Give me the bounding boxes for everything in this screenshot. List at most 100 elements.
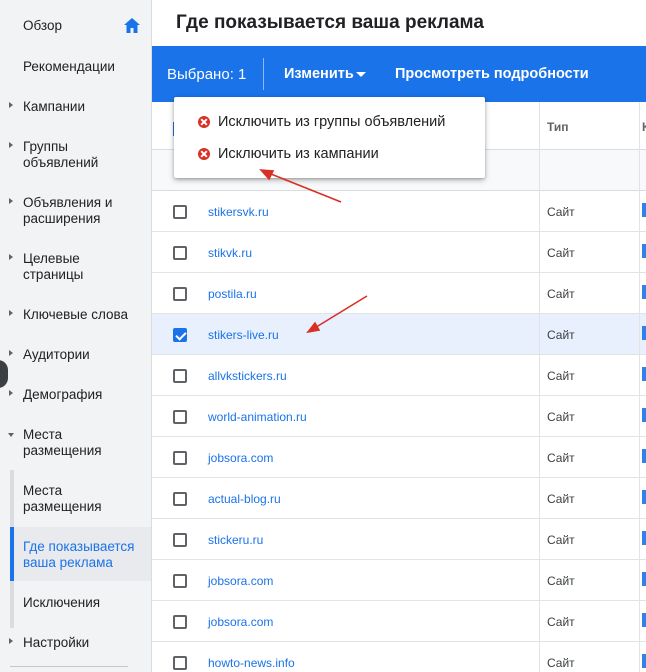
placement-link[interactable]: stikvk.ru bbox=[208, 246, 252, 260]
table-row[interactable]: stikersvk.ru Сайт bbox=[152, 191, 646, 232]
sidebar: Обзор Рекомендации Кампании Группы объяв… bbox=[0, 0, 152, 672]
placement-type: Сайт bbox=[547, 246, 575, 260]
table-row[interactable]: jobsora.com Сайт bbox=[152, 437, 646, 478]
placement-type: Сайт bbox=[547, 328, 575, 342]
table-row[interactable]: world-animation.ru Сайт bbox=[152, 396, 646, 437]
row-checkbox[interactable] bbox=[173, 205, 187, 219]
placement-type: Сайт bbox=[547, 574, 575, 588]
table-row[interactable]: jobsora.com Сайт bbox=[152, 601, 646, 642]
placement-type: Сайт bbox=[547, 410, 575, 424]
table-row[interactable]: stikvk.ru Сайт bbox=[152, 232, 646, 273]
sidebar-item-recommendations[interactable]: Рекомендации bbox=[0, 59, 151, 79]
row-checkbox[interactable] bbox=[173, 410, 187, 424]
truncated-cell[interactable] bbox=[642, 244, 646, 258]
remove-circle-icon bbox=[198, 116, 210, 128]
sidebar-item-settings[interactable]: Настройки bbox=[0, 635, 151, 655]
row-checkbox[interactable] bbox=[173, 492, 187, 506]
change-button[interactable]: Изменить bbox=[284, 66, 354, 82]
placement-link[interactable]: jobsora.com bbox=[208, 574, 273, 588]
placement-link[interactable]: stickeru.ru bbox=[208, 533, 263, 547]
truncated-cell[interactable] bbox=[642, 203, 646, 217]
sidebar-subitem-label: Места размещения bbox=[23, 483, 102, 514]
row-checkbox[interactable] bbox=[173, 451, 187, 465]
divider bbox=[263, 58, 264, 90]
sidebar-subitem-placements[interactable]: Места размещения bbox=[14, 470, 151, 526]
sidebar-item-label: Аудитории bbox=[23, 347, 90, 362]
truncated-cell[interactable] bbox=[642, 408, 646, 422]
sidebar-subitem-label: Исключения bbox=[23, 595, 101, 610]
table-row[interactable]: stikers-live.ru Сайт bbox=[152, 314, 646, 355]
table-row[interactable]: allvkstickers.ru Сайт bbox=[152, 355, 646, 396]
placement-type: Сайт bbox=[547, 533, 575, 547]
placement-link[interactable]: stikers-live.ru bbox=[208, 328, 279, 342]
row-checkbox[interactable] bbox=[173, 574, 187, 588]
chevron-right-icon bbox=[9, 350, 13, 356]
sidebar-item-landing-pages[interactable]: Целевые страницы bbox=[0, 251, 151, 285]
truncated-cell[interactable] bbox=[642, 285, 646, 299]
placement-link[interactable]: allvkstickers.ru bbox=[208, 369, 287, 383]
row-checkbox[interactable] bbox=[173, 656, 187, 670]
sidebar-subitem-exclusions[interactable]: Исключения bbox=[14, 584, 151, 620]
sidebar-item-label: Настройки bbox=[23, 635, 90, 650]
sidebar-item-ads-extensions[interactable]: Объявления и расширения bbox=[0, 195, 151, 229]
table-row[interactable]: actual-blog.ru Сайт bbox=[152, 478, 646, 519]
column-header-extra[interactable]: К bbox=[642, 120, 646, 134]
chevron-right-icon bbox=[9, 198, 13, 204]
sidebar-subitem-label: Где показывается ваша реклама bbox=[23, 539, 135, 570]
caret-down-icon[interactable] bbox=[356, 72, 366, 77]
row-checkbox[interactable] bbox=[173, 615, 187, 629]
row-checkbox[interactable] bbox=[173, 246, 187, 260]
truncated-cell[interactable] bbox=[642, 326, 646, 340]
sidebar-item-label: Целевые страницы bbox=[23, 251, 84, 282]
sidebar-item-audiences[interactable]: Аудитории bbox=[0, 347, 151, 367]
table-row[interactable]: howto-news.info Сайт bbox=[152, 642, 646, 672]
sidebar-item-label: Места размещения bbox=[23, 427, 102, 458]
chevron-right-icon bbox=[9, 102, 13, 108]
placement-link[interactable]: howto-news.info bbox=[208, 656, 295, 670]
sidebar-item-campaigns[interactable]: Кампании bbox=[0, 99, 151, 119]
sidebar-item-label: Ключевые слова bbox=[23, 307, 129, 322]
chevron-right-icon bbox=[9, 310, 13, 316]
truncated-cell[interactable] bbox=[642, 367, 646, 381]
row-checkbox[interactable] bbox=[173, 369, 187, 383]
chevron-down-icon bbox=[8, 433, 14, 437]
placement-link[interactable]: jobsora.com bbox=[208, 615, 273, 629]
sidebar-item-label: Обзор bbox=[23, 18, 62, 33]
active-indicator bbox=[10, 527, 14, 581]
table-row[interactable]: jobsora.com Сайт bbox=[152, 560, 646, 601]
menu-item-exclude-ad-group[interactable]: Исключить из группы объявлений bbox=[174, 106, 485, 138]
truncated-cell[interactable] bbox=[642, 654, 646, 668]
sidebar-item-demographics[interactable]: Демография bbox=[0, 387, 151, 407]
chevron-right-icon bbox=[9, 254, 13, 260]
sidebar-subitem-where-ads-shown[interactable]: Где показывается ваша реклама bbox=[14, 527, 151, 581]
placement-type: Сайт bbox=[547, 287, 575, 301]
placement-link[interactable]: world-animation.ru bbox=[208, 410, 307, 424]
truncated-cell[interactable] bbox=[642, 572, 646, 586]
row-checkbox[interactable] bbox=[173, 287, 187, 301]
truncated-cell[interactable] bbox=[642, 490, 646, 504]
column-header-type[interactable]: Тип bbox=[547, 120, 569, 134]
row-checkbox[interactable] bbox=[173, 328, 187, 342]
placement-link[interactable]: jobsora.com bbox=[208, 451, 273, 465]
sidebar-item-keywords[interactable]: Ключевые слова bbox=[0, 307, 151, 327]
view-details-button[interactable]: Просмотреть подробности bbox=[395, 66, 589, 82]
menu-item-label: Исключить из кампании bbox=[218, 146, 379, 162]
change-dropdown-menu: Исключить из группы объявлений Исключить… bbox=[174, 97, 485, 178]
placement-link[interactable]: postila.ru bbox=[208, 287, 257, 301]
placement-link[interactable]: stikersvk.ru bbox=[208, 205, 269, 219]
row-checkbox[interactable] bbox=[173, 533, 187, 547]
sidebar-item-placements[interactable]: Места размещения bbox=[0, 427, 151, 461]
placement-type: Сайт bbox=[547, 492, 575, 506]
menu-item-label: Исключить из группы объявлений bbox=[218, 114, 446, 130]
placement-link[interactable]: actual-blog.ru bbox=[208, 492, 281, 506]
menu-item-exclude-campaign[interactable]: Исключить из кампании bbox=[174, 138, 485, 170]
truncated-cell[interactable] bbox=[642, 613, 646, 627]
table-row[interactable]: stickeru.ru Сайт bbox=[152, 519, 646, 560]
sidebar-item-ad-groups[interactable]: Группы объявлений bbox=[0, 139, 151, 173]
sidebar-item-label: Группы объявлений bbox=[23, 139, 99, 170]
truncated-cell[interactable] bbox=[642, 531, 646, 545]
placement-type: Сайт bbox=[547, 369, 575, 383]
home-icon[interactable] bbox=[124, 18, 140, 33]
truncated-cell[interactable] bbox=[642, 449, 646, 463]
table-row[interactable]: postila.ru Сайт bbox=[152, 273, 646, 314]
